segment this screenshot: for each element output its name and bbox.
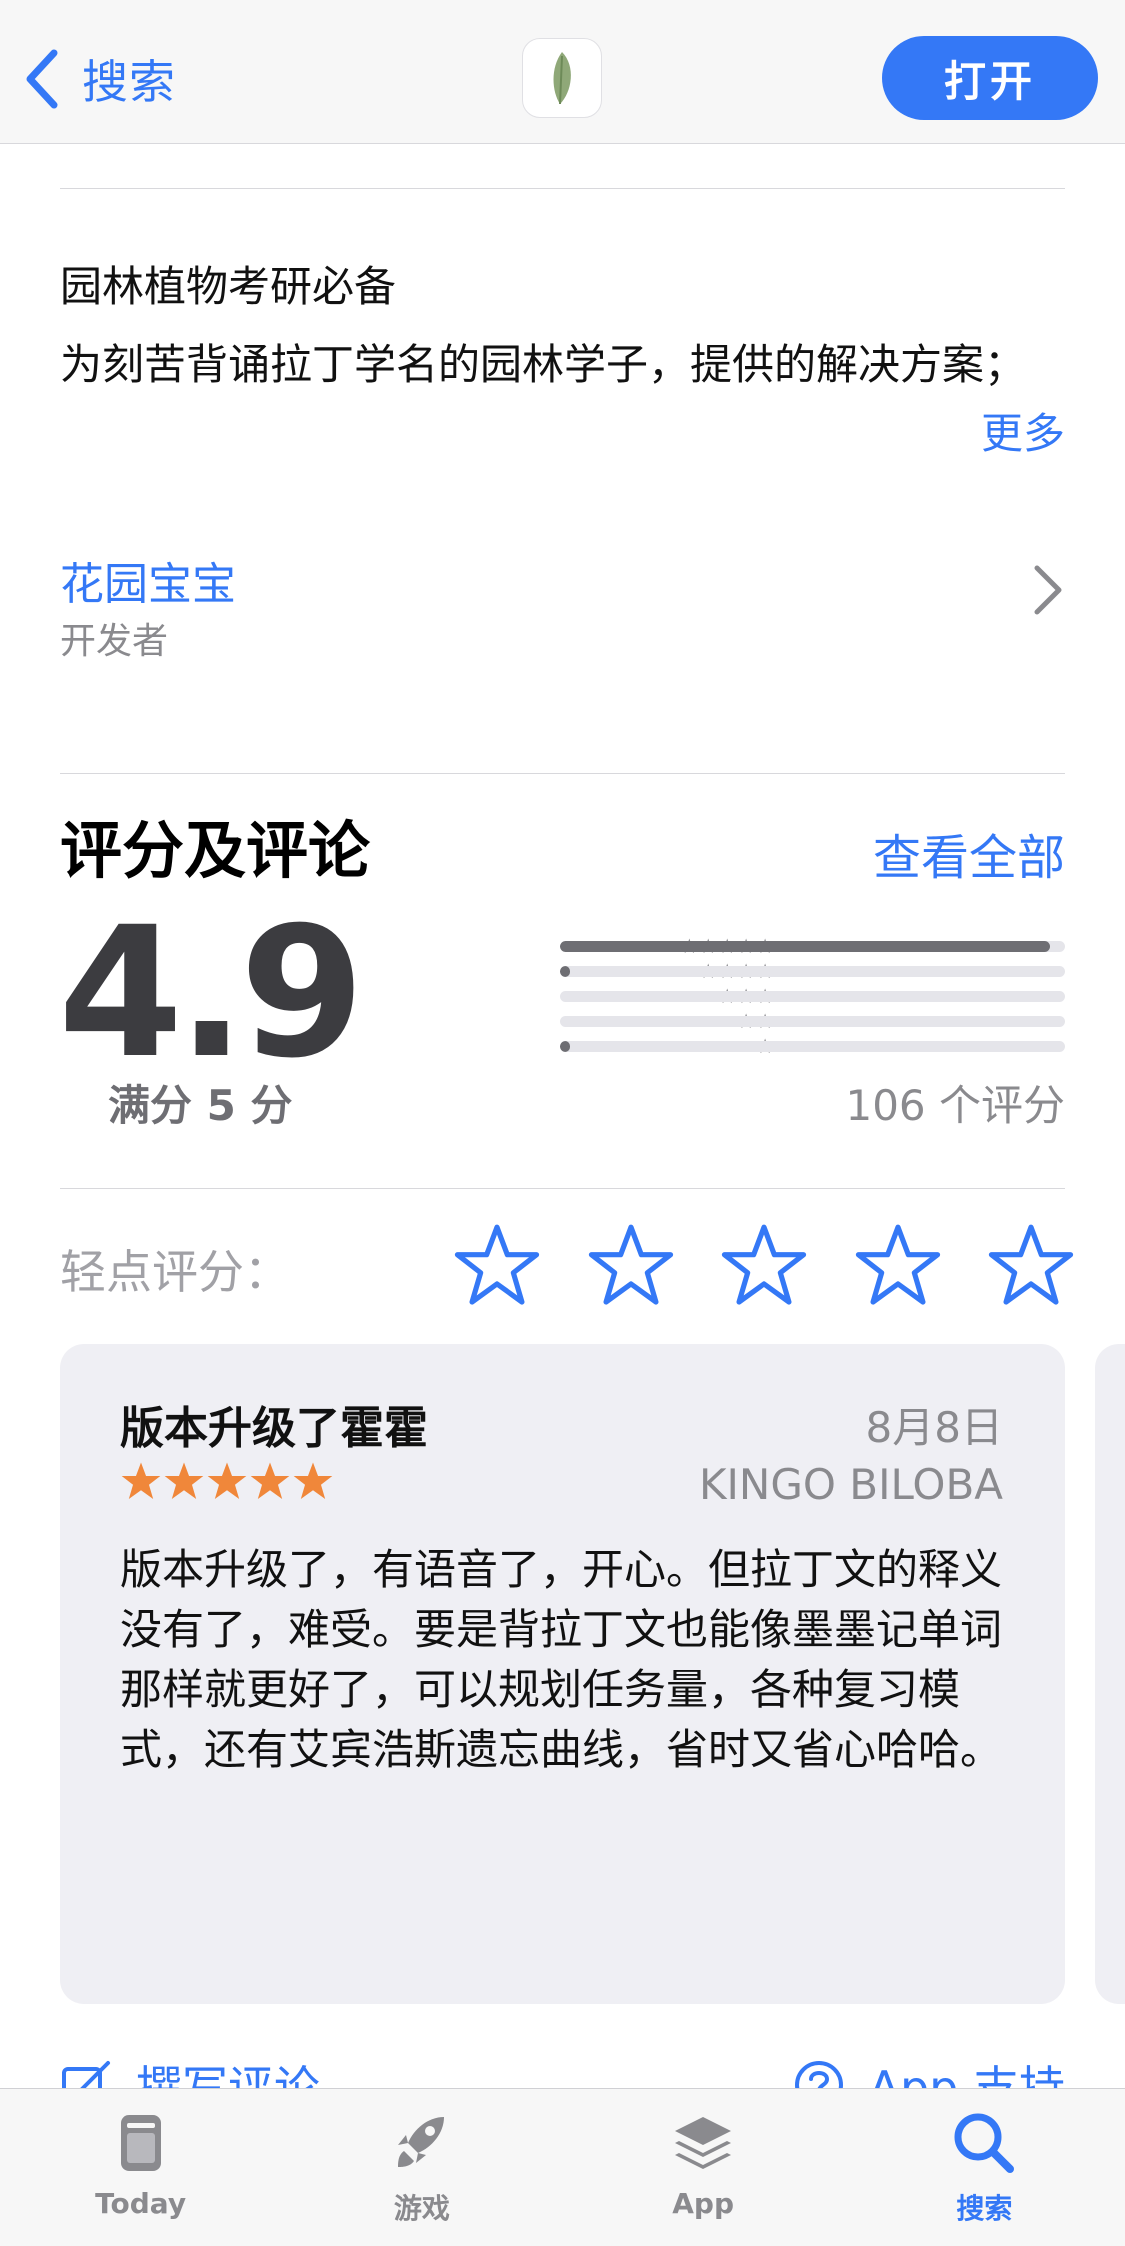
nav-bar: 搜索 打开 — [0, 0, 1125, 144]
tab-search[interactable]: 搜索 — [844, 2089, 1125, 2246]
next-review-card[interactable] — [1095, 1344, 1125, 2004]
developer-role: 开发者 — [60, 621, 169, 662]
distribution-row: ★★★ — [400, 984, 1065, 1009]
distribution-bar — [560, 941, 1050, 952]
search-icon — [954, 2113, 1015, 2173]
distribution-track — [560, 1016, 1065, 1027]
back-label: 搜索 — [82, 55, 176, 109]
tap-to-rate-label: 轻点评分： — [60, 1245, 290, 1299]
distribution-track — [560, 991, 1065, 1002]
distribution-track — [560, 941, 1065, 952]
review-rating — [120, 1460, 335, 1502]
rocket-icon — [397, 2117, 444, 2167]
tab-label: Today — [95, 2187, 187, 2220]
distribution-track — [560, 966, 1065, 977]
distribution-track — [560, 1041, 1065, 1052]
review-author: KINGO BILOBA — [698, 1460, 1003, 1509]
app-store-page: 搜索 打开 园林植物考研必备 为刻苦背诵拉丁学名的园林学子，提供的解决方案； 更… — [0, 0, 1125, 2246]
tap-to-rate-stars — [454, 1222, 1074, 1308]
divider — [60, 188, 1065, 189]
distribution-bar — [560, 966, 571, 977]
tab-label: App — [672, 2187, 734, 2220]
tab-games[interactable]: 游戏 — [281, 2089, 562, 2246]
leaf-icon — [553, 52, 571, 105]
more-link[interactable]: 更多 — [981, 400, 1065, 461]
review-title: 版本升级了霍霍 — [120, 1403, 428, 1454]
star-filled-icon — [207, 1462, 247, 1500]
review-date: 8月8日 — [865, 1403, 1003, 1452]
star-filled-icon — [250, 1462, 290, 1500]
distribution-row: ★ — [400, 1034, 1065, 1059]
divider — [60, 773, 1065, 774]
chevron-right-icon — [1034, 565, 1062, 615]
review-card[interactable]: 版本升级了霍霍 8月8日 KINGO BILOBA 版本升级了，有语音了，开心。… — [60, 1344, 1065, 2004]
distribution-bar — [560, 1041, 571, 1052]
open-button[interactable]: 打开 — [882, 36, 1098, 120]
tab-apps[interactable]: App — [563, 2089, 844, 2246]
developer-name: 花园宝宝 — [60, 559, 236, 610]
back-button[interactable]: 搜索 — [22, 44, 176, 114]
tab-bar: Today 游戏 App 搜索 — [0, 2088, 1125, 2246]
description-line-1: 园林植物考研必备 — [60, 262, 397, 311]
star-outline-icon[interactable] — [855, 1222, 941, 1308]
average-score: 4.9 — [58, 889, 365, 1098]
distribution-row: ★★ — [400, 1009, 1065, 1034]
description-line-2: 为刻苦背诵拉丁学名的园林学子，提供的解决方案； — [60, 340, 1027, 389]
app-icon[interactable] — [522, 38, 602, 118]
rating-distribution: ★★★★★ ★★★★ ★★★ ★★ ★ — [400, 934, 1065, 1059]
star-filled-icon — [121, 1462, 161, 1500]
see-all-link[interactable]: 查看全部 — [873, 818, 1065, 888]
review-body: 版本升级了，有语音了，开心。但拉丁文的释义没有了，难受。要是背拉丁文也能像墨墨记… — [120, 1545, 1003, 1774]
star-outline-icon[interactable] — [454, 1222, 540, 1308]
distribution-row: ★★★★★ — [400, 934, 1065, 959]
divider — [60, 1188, 1065, 1189]
star-filled-icon — [164, 1462, 204, 1500]
distribution-row: ★★★★ — [400, 959, 1065, 984]
chevron-left-icon — [26, 49, 58, 109]
rating-count: 106 个评分 — [845, 1081, 1065, 1130]
star-outline-icon[interactable] — [988, 1222, 1074, 1308]
star-filled-icon — [293, 1462, 333, 1500]
star-outline-icon[interactable] — [721, 1222, 807, 1308]
today-icon — [120, 2115, 161, 2171]
tab-label: 搜索 — [956, 2192, 1013, 2225]
ratings-title: 评分及评论 — [60, 814, 371, 887]
developer-row[interactable]: 花园宝宝 开发者 — [60, 540, 1065, 662]
tab-label: 游戏 — [393, 2192, 450, 2225]
star-outline-icon[interactable] — [588, 1222, 674, 1308]
app-description: 园林植物考研必备 为刻苦背诵拉丁学名的园林学子，提供的解决方案； — [60, 248, 1065, 404]
layers-icon — [675, 2117, 732, 2169]
out-of-label: 满分 5 分 — [108, 1081, 293, 1130]
tab-today[interactable]: Today — [0, 2089, 281, 2246]
